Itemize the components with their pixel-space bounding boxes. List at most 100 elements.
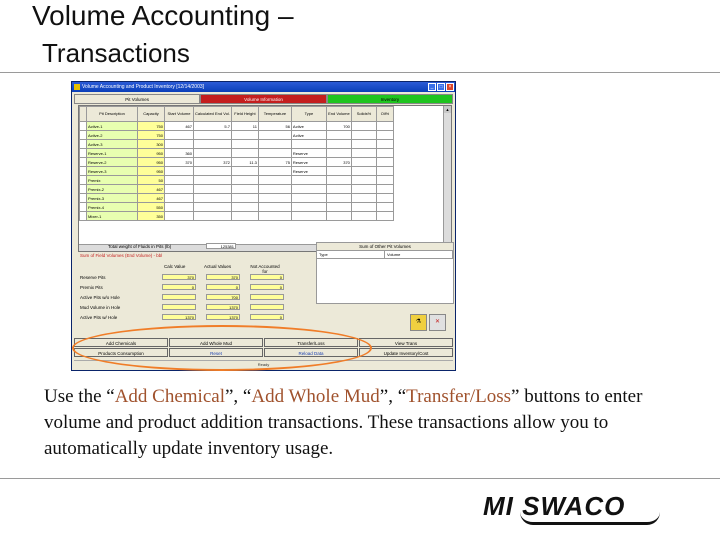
cell-temperature[interactable]: 56 <box>257 121 292 131</box>
col-temperature[interactable]: Temperature <box>257 106 292 122</box>
cell-pit-description[interactable]: Premix-3 <box>86 193 138 203</box>
cell-calc-end-vol[interactable] <box>193 175 232 185</box>
cell-capacity[interactable]: 950 <box>137 148 165 158</box>
table-row[interactable]: Reserve-1 950 360 Reserve <box>79 148 394 158</box>
cell-end-volume[interactable] <box>325 184 352 194</box>
cell-solids[interactable] <box>350 139 377 149</box>
table-row[interactable]: Premix-3 467 <box>79 193 394 203</box>
cell-oil[interactable] <box>375 166 394 176</box>
minimize-icon[interactable]: _ <box>428 83 436 91</box>
table-row[interactable]: Active-1 750 467 5.7 11 56 Active 700 <box>79 121 394 131</box>
table-row[interactable]: Active-3 300 <box>79 139 394 149</box>
cell-type[interactable] <box>290 202 327 212</box>
cell-pit-description[interactable]: Reserve-2 <box>86 157 138 167</box>
row-selector[interactable] <box>79 193 87 203</box>
cell-pit-description[interactable]: Reserve-3 <box>86 166 138 176</box>
close-icon[interactable]: × <box>446 83 454 91</box>
cell-capacity[interactable]: 350 <box>137 211 165 221</box>
cell-type[interactable] <box>290 139 327 149</box>
cell-start-volume[interactable] <box>164 202 194 212</box>
cell-temperature[interactable] <box>257 202 292 212</box>
cell-temperature[interactable] <box>257 184 292 194</box>
summary-na-value[interactable]: 0 <box>250 284 284 290</box>
cell-temperature[interactable] <box>257 175 292 185</box>
row-selector[interactable] <box>79 175 87 185</box>
cell-calc-end-vol[interactable] <box>193 166 232 176</box>
tab-volume-information[interactable]: Volume Information <box>200 94 327 104</box>
cell-end-volume[interactable] <box>325 166 352 176</box>
cell-calc-end-vol[interactable] <box>193 202 232 212</box>
cell-oil[interactable] <box>375 193 394 203</box>
summary-na-value[interactable] <box>250 294 284 300</box>
row-selector[interactable] <box>79 130 87 140</box>
cell-oil[interactable] <box>375 121 394 131</box>
summary-actual-value[interactable]: 0 <box>206 284 240 290</box>
cell-solids[interactable] <box>350 166 377 176</box>
cell-temperature[interactable] <box>257 139 292 149</box>
cell-solids[interactable] <box>350 193 377 203</box>
col-pit-description[interactable]: Pit Description <box>86 106 138 122</box>
col-field-height[interactable]: Field Height <box>230 106 259 122</box>
summary-calc-value[interactable]: 0 <box>162 284 196 290</box>
cell-end-volume[interactable] <box>325 139 352 149</box>
row-selector[interactable] <box>79 184 87 194</box>
cell-pit-description[interactable]: Active-2 <box>86 130 138 140</box>
cell-calc-end-vol[interactable] <box>193 139 232 149</box>
cell-temperature[interactable] <box>257 211 292 221</box>
table-row[interactable]: Active-2 750 Active <box>79 130 394 140</box>
cell-oil[interactable] <box>375 148 394 158</box>
cell-type[interactable] <box>290 193 327 203</box>
summary-actual-value[interactable]: 1370 <box>206 314 240 320</box>
row-selector[interactable] <box>79 148 87 158</box>
transfer-loss-button[interactable]: Transfer/Loss <box>264 338 358 347</box>
cell-type[interactable] <box>290 211 327 221</box>
cell-end-volume[interactable] <box>325 211 352 221</box>
cell-solids[interactable] <box>350 148 377 158</box>
reset-button[interactable]: Reset <box>169 348 263 357</box>
cell-start-volume[interactable]: 467 <box>164 121 194 131</box>
cell-start-volume[interactable] <box>164 166 194 176</box>
cell-capacity[interactable]: 550 <box>137 202 165 212</box>
summary-na-value[interactable]: 0 <box>250 314 284 320</box>
col-start-volume[interactable]: Start Volume <box>164 106 194 122</box>
tab-inventory[interactable]: Inventory <box>326 94 453 104</box>
cell-start-volume[interactable] <box>164 139 194 149</box>
cell-start-volume[interactable]: 370 <box>164 157 194 167</box>
cell-type[interactable] <box>290 175 327 185</box>
cell-capacity[interactable]: 50 <box>137 175 165 185</box>
cell-solids[interactable] <box>350 211 377 221</box>
cell-solids[interactable] <box>350 157 377 167</box>
tab-pit-volumes[interactable]: Pit Volumes <box>74 94 201 104</box>
cell-field-height[interactable]: 11.3 <box>230 157 259 167</box>
cell-solids[interactable] <box>350 130 377 140</box>
table-row[interactable]: Premix-4 550 <box>79 202 394 212</box>
table-row[interactable]: Mixer-1 350 <box>79 211 394 221</box>
row-selector[interactable] <box>79 211 87 221</box>
cell-start-volume[interactable] <box>164 193 194 203</box>
vertical-scrollbar[interactable]: ▲ ▼ <box>443 106 451 251</box>
cell-type[interactable]: Active <box>290 130 327 140</box>
cell-type[interactable]: Active <box>290 121 327 131</box>
col-type[interactable]: Type <box>290 106 327 122</box>
cell-field-height[interactable]: 11 <box>230 121 259 131</box>
summary-na-value[interactable] <box>250 304 284 310</box>
table-row[interactable]: Reserve-3 950 Reserve <box>79 166 394 176</box>
cell-field-height[interactable] <box>230 148 259 158</box>
cell-capacity[interactable]: 750 <box>137 121 165 131</box>
cell-capacity[interactable]: 467 <box>137 193 165 203</box>
cell-start-volume[interactable] <box>164 130 194 140</box>
cell-start-volume[interactable] <box>164 211 194 221</box>
row-selector[interactable] <box>79 157 87 167</box>
cell-calc-end-vol[interactable] <box>193 130 232 140</box>
cell-capacity[interactable]: 750 <box>137 130 165 140</box>
cell-temperature[interactable] <box>257 148 292 158</box>
cell-calc-end-vol[interactable] <box>193 184 232 194</box>
cell-calc-end-vol[interactable] <box>193 193 232 203</box>
cell-start-volume[interactable]: 360 <box>164 148 194 158</box>
cell-start-volume[interactable] <box>164 175 194 185</box>
maximize-icon[interactable]: □ <box>437 83 445 91</box>
cell-solids[interactable] <box>350 202 377 212</box>
cell-oil[interactable] <box>375 211 394 221</box>
col-calculated-end-vol[interactable]: Calculated End Vol. <box>193 106 232 122</box>
cell-end-volume[interactable] <box>325 202 352 212</box>
